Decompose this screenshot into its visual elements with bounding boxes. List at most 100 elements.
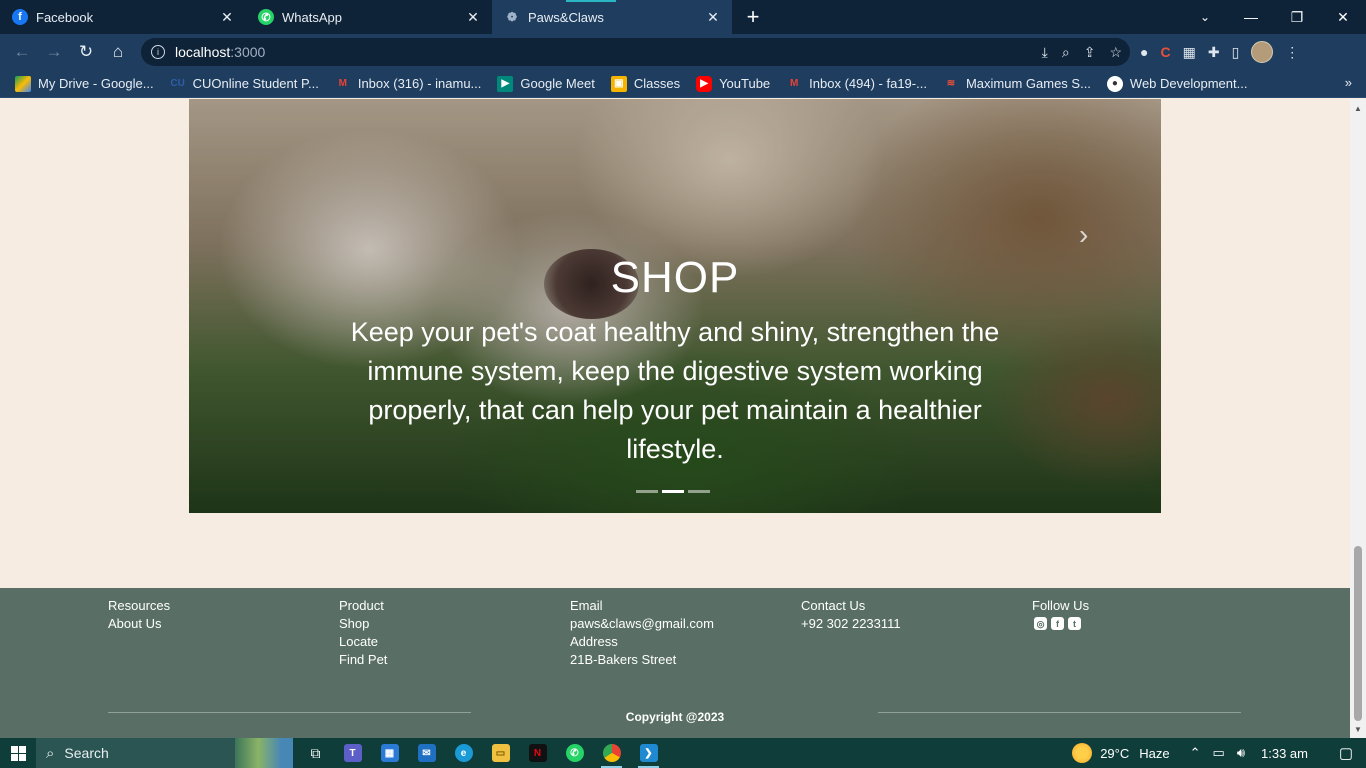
bookmark-label: Inbox (494) - fa19-... bbox=[809, 76, 927, 91]
hero-carousel[interactable]: › SHOP Keep your pet's coat healthy and … bbox=[189, 99, 1161, 513]
zoom-icon[interactable]: ⌕ bbox=[1062, 44, 1070, 61]
extension-c-icon[interactable]: C bbox=[1160, 44, 1170, 60]
close-tab-icon[interactable]: ✕ bbox=[704, 8, 722, 26]
puzzle-icon[interactable]: ✚ bbox=[1208, 44, 1220, 61]
vscode-icon[interactable]: ❯ bbox=[630, 738, 667, 768]
bookmarks-bar: My Drive - Google... CU CUOnline Student… bbox=[0, 70, 1366, 98]
search-placeholder: Search bbox=[64, 745, 109, 761]
close-tab-icon[interactable]: ✕ bbox=[218, 8, 236, 26]
instagram-icon[interactable]: ◎ bbox=[1034, 617, 1047, 630]
page-scrollbar[interactable]: ▲ ▼ bbox=[1350, 99, 1366, 738]
share-icon[interactable]: ⇪ bbox=[1084, 44, 1096, 61]
bookmark-item[interactable]: ▶ Google Meet bbox=[497, 75, 595, 92]
window-controls: ⌄ — ❐ ✕ bbox=[1182, 0, 1366, 34]
carousel-caption: SHOP Keep your pet's coat healthy and sh… bbox=[319, 249, 1031, 469]
footer-address: 21B-Bakers Street bbox=[570, 652, 677, 667]
address-bar-actions: ⤓ ⌕ ⇪ ☆ bbox=[1042, 38, 1122, 66]
extension-icon[interactable]: ● bbox=[1140, 44, 1148, 60]
bookmark-label: CUOnline Student P... bbox=[192, 76, 319, 91]
whatsapp-icon[interactable]: ✆ bbox=[556, 738, 593, 768]
extensions-area: ● C ▦ ✚ ▯ ⋮ bbox=[1140, 34, 1299, 70]
tab-paws-claws[interactable]: ❁ Paws&Claws ✕ bbox=[492, 0, 732, 34]
clock[interactable]: 1:33 am bbox=[1261, 746, 1308, 761]
reload-icon[interactable]: ↻ bbox=[70, 36, 102, 68]
carousel-text: Keep your pet's coat healthy and shiny, … bbox=[350, 317, 1000, 464]
bookmark-item[interactable]: ● Web Development... bbox=[1106, 75, 1247, 92]
footer-link-locate[interactable]: Locate bbox=[339, 633, 387, 651]
side-panel-icon[interactable]: ▯ bbox=[1232, 44, 1240, 61]
twitter-icon[interactable]: t bbox=[1068, 617, 1081, 630]
install-app-icon[interactable]: ⤓ bbox=[1042, 44, 1048, 61]
carousel-indicators bbox=[636, 490, 710, 493]
tab-search-icon[interactable]: ⌄ bbox=[1182, 0, 1228, 34]
forward-icon[interactable]: → bbox=[38, 36, 70, 68]
notification-icon[interactable]: ▢ bbox=[1326, 744, 1366, 762]
close-window-button[interactable]: ✕ bbox=[1320, 0, 1366, 34]
close-tab-icon[interactable]: ✕ bbox=[464, 8, 482, 26]
profile-avatar[interactable] bbox=[1251, 41, 1274, 63]
minimize-button[interactable]: — bbox=[1228, 0, 1274, 34]
start-button[interactable] bbox=[0, 738, 36, 768]
footer-heading: Email bbox=[570, 598, 603, 613]
scroll-down-icon[interactable]: ▼ bbox=[1350, 722, 1366, 736]
footer-link-shop[interactable]: Shop bbox=[339, 615, 387, 633]
bookmark-item[interactable]: ▣ Classes bbox=[610, 75, 681, 92]
bookmark-label: Classes bbox=[633, 76, 681, 91]
footer-phone: Contact Us +92 302 2233111 bbox=[801, 597, 901, 633]
more-bookmarks-button[interactable]: » bbox=[1345, 75, 1352, 90]
back-icon[interactable]: ← bbox=[6, 36, 38, 68]
bookmark-item[interactable]: ▶ YouTube bbox=[696, 75, 770, 92]
bookmark-item[interactable]: My Drive - Google... bbox=[15, 75, 154, 92]
teams-icon[interactable]: T bbox=[334, 738, 371, 768]
tab-whatsapp[interactable]: ✆ WhatsApp ✕ bbox=[246, 0, 492, 34]
bookmark-label: Google Meet bbox=[520, 76, 595, 91]
new-tab-button[interactable]: + bbox=[732, 0, 774, 34]
bookmark-item[interactable]: CU CUOnline Student P... bbox=[170, 76, 319, 92]
carousel-indicator[interactable] bbox=[688, 490, 710, 493]
footer-heading: Contact Us bbox=[801, 598, 866, 613]
carousel-next-icon[interactable]: › bbox=[1079, 219, 1088, 251]
bookmark-star-icon[interactable]: ☆ bbox=[1109, 44, 1122, 61]
footer-resources: Resources About Us bbox=[108, 597, 170, 633]
taskbar-apps: ⧉ T ▦ ✉ e ▭ N ✆ ❯ bbox=[297, 738, 667, 768]
netflix-icon[interactable]: N bbox=[519, 738, 556, 768]
volume-icon[interactable]: 🔊︎ bbox=[1237, 745, 1245, 761]
footer-heading: Product bbox=[339, 598, 384, 613]
footer-link-about-us[interactable]: About Us bbox=[108, 615, 170, 633]
file-explorer-icon[interactable]: ▭ bbox=[482, 738, 519, 768]
maximum-games-icon: ≋ bbox=[946, 78, 956, 89]
tab-facebook[interactable]: f Facebook ✕ bbox=[0, 0, 246, 34]
carousel-indicator-active[interactable] bbox=[662, 490, 684, 493]
mail-icon[interactable]: ✉ bbox=[408, 738, 445, 768]
address-bar[interactable]: i localhost:3000 ⤓ ⌕ ⇪ ☆ bbox=[141, 38, 1130, 66]
taskbar-search[interactable]: ⌕ Search bbox=[36, 738, 293, 768]
bookmark-item[interactable]: ≋ Maximum Games S... bbox=[943, 76, 1091, 92]
tab-label: Paws&Claws bbox=[528, 9, 604, 25]
site-info-icon[interactable]: i bbox=[151, 45, 165, 59]
carousel-indicator[interactable] bbox=[636, 490, 658, 493]
weather-temp[interactable]: 29°C bbox=[1100, 746, 1129, 761]
zip-extension-icon[interactable]: ▦ bbox=[1183, 44, 1196, 61]
footer-link-find-pet[interactable]: Find Pet bbox=[339, 651, 387, 669]
facebook-icon[interactable]: f bbox=[1051, 617, 1064, 630]
bookmark-label: Maximum Games S... bbox=[965, 76, 1091, 91]
google-drive-icon bbox=[15, 75, 31, 92]
home-icon[interactable]: ⌂ bbox=[102, 36, 134, 68]
browser-tab-strip: f Facebook ✕ ✆ WhatsApp ✕ ❁ Paws&Claws ✕… bbox=[0, 0, 1366, 34]
battery-icon[interactable]: ▭ bbox=[1213, 745, 1225, 761]
site-footer: Resources About Us Product Shop Locate F… bbox=[0, 588, 1350, 738]
scrollbar-thumb[interactable] bbox=[1354, 546, 1362, 721]
chevron-up-icon[interactable]: ⌃ bbox=[1190, 745, 1201, 761]
bookmark-item[interactable]: M Inbox (494) - fa19-... bbox=[786, 76, 927, 92]
menu-icon[interactable]: ⋮ bbox=[1285, 44, 1299, 61]
weather-icon[interactable] bbox=[1072, 743, 1093, 763]
scroll-up-icon[interactable]: ▲ bbox=[1350, 101, 1366, 115]
restore-button[interactable]: ❐ bbox=[1274, 0, 1320, 34]
bookmark-item[interactable]: M Inbox (316) - inamu... bbox=[335, 76, 482, 92]
task-view-icon[interactable]: ⧉ bbox=[297, 738, 334, 768]
store-icon[interactable]: ▦ bbox=[371, 738, 408, 768]
edge-icon[interactable]: e bbox=[445, 738, 482, 768]
weather-condition[interactable]: Haze bbox=[1139, 746, 1169, 761]
search-highlight-art bbox=[235, 738, 293, 768]
chrome-icon[interactable] bbox=[593, 738, 630, 768]
